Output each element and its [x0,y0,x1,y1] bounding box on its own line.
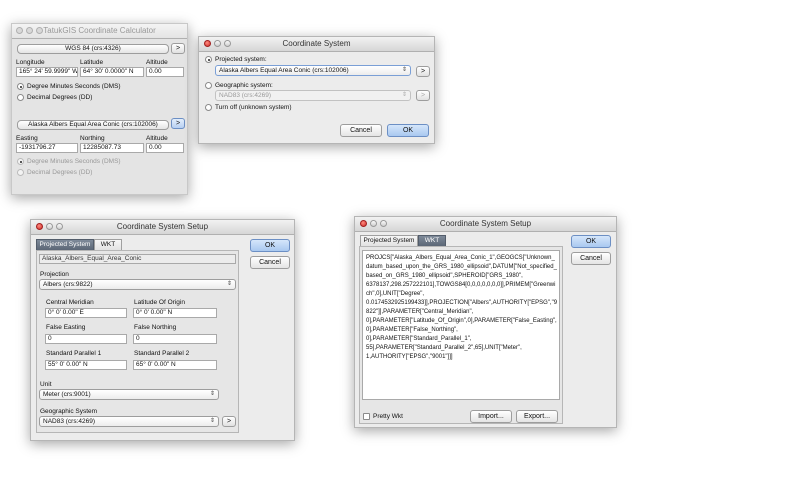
projected-system-select[interactable]: Alaska Albers Equal Area Conic (crs:1020… [215,65,411,76]
target-dms-label: Degree Minutes Seconds (DMS) [27,158,121,165]
projected-system-arrow-button[interactable]: > [416,66,430,77]
false-northing-input[interactable]: 0 [133,334,217,344]
ok-button[interactable]: OK [387,124,429,137]
calculator-window: TatukGIS Coordinate Calculator WGS 84 (c… [11,23,188,195]
target-dd-label: Decimal Degrees (DD) [27,169,93,176]
source-crs-button[interactable]: WGS 84 (crs:4326) [17,44,169,54]
coordinate-system-dialog: Coordinate System Projected system: Alas… [198,36,435,144]
updown-arrows-icon: ⇕ [401,67,407,73]
target-altitude-input[interactable]: 0.00 [146,143,184,153]
unit-label: Unit [40,381,52,388]
export-button[interactable]: Export... [516,410,558,423]
geographic-system-select[interactable]: NAD83 (crs:4269) ⇕ [215,90,411,101]
std-parallel1-label: Standard Parallel 1 [46,350,102,357]
ok-button[interactable]: OK [571,235,611,248]
projected-system-value: Alaska Albers Equal Area Conic (crs:1020… [219,67,349,74]
projected-system-label: Projected system: [215,56,267,63]
easting-label: Easting [16,135,38,142]
setup-wkt-titlebar: Coordinate System Setup [355,217,616,232]
easting-input[interactable]: -1931796.27 [16,143,78,153]
setup-wkt-window: Coordinate System Setup Projected System… [354,216,617,428]
tab-projected-system[interactable]: Projected System [360,235,418,246]
dms-radio[interactable] [17,83,24,90]
desktop: { "calculator": { "title": "TatukGIS Coo… [0,0,800,500]
target-dd-radio[interactable] [17,169,24,176]
std-parallel2-input[interactable]: 65° 0' 0.00" N [133,360,217,370]
false-northing-label: False Northing [134,324,177,331]
tab-bar: Projected System WKT [36,239,256,250]
system-name-field[interactable]: Alaska_Albers_Equal_Area_Conic [39,254,236,264]
central-meridian-input[interactable]: 0° 0' 0.00" E [45,308,127,318]
geographic-system-arrow-button[interactable]: > [222,416,236,427]
geographic-system-value: NAD83 (crs:4269) [43,418,96,425]
unit-value: Meter (crs:9001) [43,391,91,398]
projected-system-radio[interactable] [205,56,212,63]
unit-select[interactable]: Meter (crs:9001) ⇕ [39,389,219,400]
updown-arrows-icon: ⇕ [226,281,232,287]
tab-bar: Projected System WKT [360,235,580,246]
dms-label: Degree Minutes Seconds (DMS) [27,83,121,90]
updown-arrows-icon: ⇕ [209,391,215,397]
dd-radio[interactable] [17,94,24,101]
cancel-button[interactable]: Cancel [250,256,290,269]
geographic-system-label: Geographic system: [215,82,273,89]
tab-wkt[interactable]: WKT [418,235,446,246]
false-easting-label: False Easting [46,324,86,331]
wkt-textarea[interactable]: PROJCS["Alaska_Albers_Equal_Area_Conic_1… [362,250,560,400]
central-meridian-label: Central Meridian [46,299,94,306]
setup-projected-window: Coordinate System Setup Projected System… [30,219,295,441]
projection-select[interactable]: Albers (crs:9822) ⇕ [39,279,236,290]
northing-input[interactable]: 12285087.73 [80,143,144,153]
latitude-input[interactable]: 64° 30' 0.0000" N [80,67,144,77]
projection-label: Projection [40,271,69,278]
turn-off-radio[interactable] [205,104,212,111]
false-easting-input[interactable]: 0 [45,334,127,344]
import-button[interactable]: Import... [470,410,512,423]
altitude-input[interactable]: 0.00 [146,67,184,77]
calculator-titlebar: TatukGIS Coordinate Calculator [12,24,187,39]
dd-label: Decimal Degrees (DD) [27,94,93,101]
updown-arrows-icon: ⇕ [209,418,215,424]
wkt-panel: PROJCS["Alaska_Albers_Equal_Area_Conic_1… [359,246,563,424]
window-title: Coordinate System Setup [116,222,209,231]
geographic-system-arrow-button[interactable]: > [416,90,430,101]
projection-value: Albers (crs:9822) [43,281,93,288]
geographic-system-select[interactable]: NAD83 (crs:4269) ⇕ [39,416,219,427]
ok-button[interactable]: OK [250,239,290,252]
target-dms-radio[interactable] [17,158,24,165]
projected-panel: Alaska_Albers_Equal_Area_Conic Projectio… [36,250,239,433]
tab-wkt[interactable]: WKT [94,239,122,250]
std-parallel2-label: Standard Parallel 2 [134,350,190,357]
target-crs-arrow-button[interactable]: > [171,118,185,129]
pretty-wkt-label: Pretty Wkt [373,413,403,420]
window-title: Coordinate System Setup [439,219,532,228]
std-parallel1-input[interactable]: 55° 0' 0.00" N [45,360,127,370]
cancel-button[interactable]: Cancel [340,124,382,137]
target-crs-button[interactable]: Alaska Albers Equal Area Conic (crs:1020… [17,120,169,130]
turn-off-label: Turn off (unknown system) [215,104,292,111]
latitude-label: Latitude [80,59,104,66]
window-title: Coordinate System [282,39,351,48]
source-crs-arrow-button[interactable]: > [171,43,185,54]
tab-projected-system[interactable]: Projected System [36,239,94,250]
window-title: TatukGIS Coordinate Calculator [43,26,156,35]
geographic-system-radio[interactable] [205,82,212,89]
geographic-system-label: Geographic System [40,408,98,415]
setup-projected-titlebar: Coordinate System Setup [31,220,294,235]
altitude-label: Altitude [146,59,168,66]
cancel-button[interactable]: Cancel [571,252,611,265]
longitude-label: Longitude [16,59,45,66]
geographic-system-value: NAD83 (crs:4269) [219,92,272,99]
northing-label: Northing [80,135,105,142]
longitude-input[interactable]: 165° 24' 59.9999" W [16,67,78,77]
latitude-origin-label: Latitude Of Origin [134,299,185,306]
coordinate-system-titlebar: Coordinate System [199,37,434,52]
updown-arrows-icon: ⇕ [401,92,407,98]
pretty-wkt-checkbox[interactable] [363,413,370,420]
target-altitude-label: Altitude [146,135,168,142]
latitude-origin-input[interactable]: 0° 0' 0.00" N [133,308,217,318]
